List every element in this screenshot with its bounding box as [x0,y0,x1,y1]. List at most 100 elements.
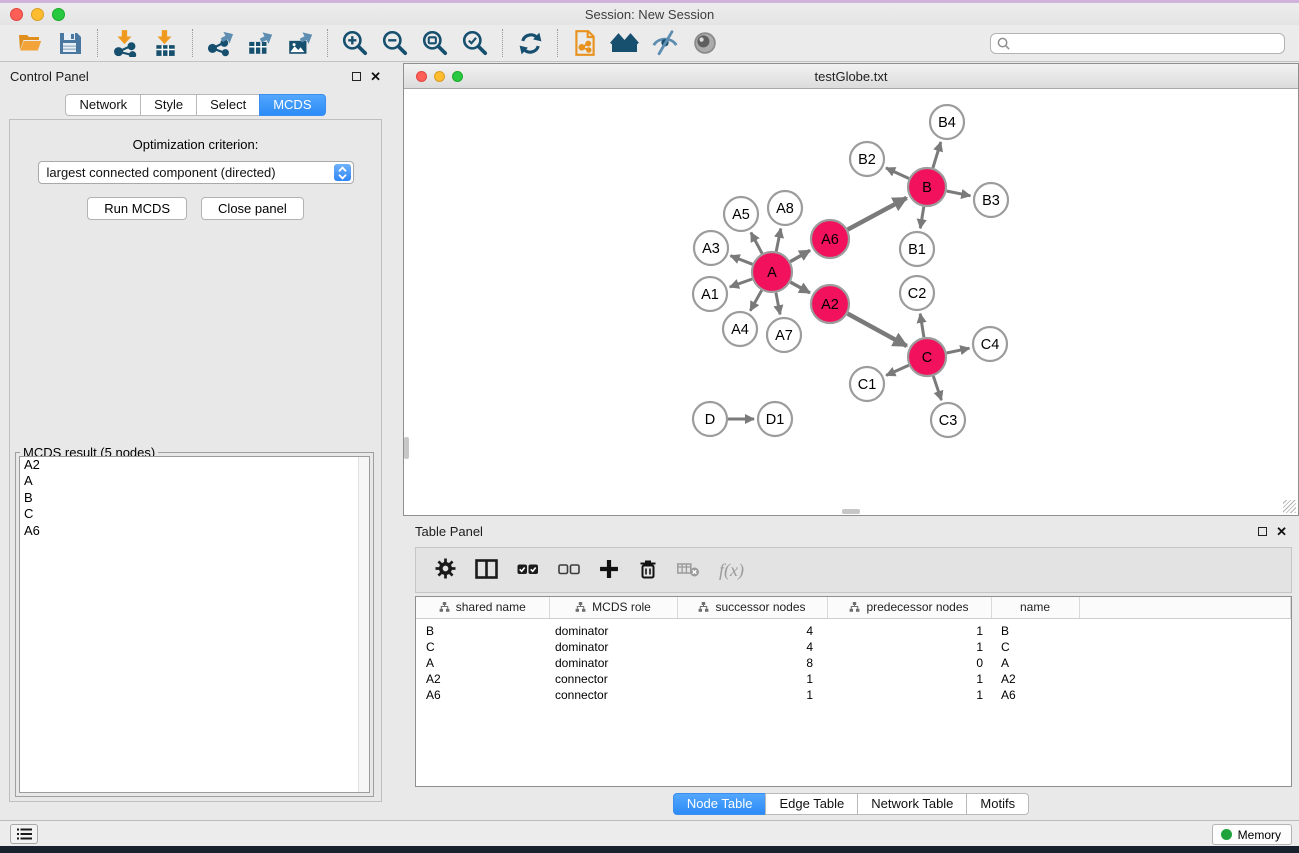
table-cell[interactable]: 8 [677,655,827,671]
search-input[interactable] [1015,36,1278,50]
table-cell[interactable] [1079,655,1291,671]
close-panel-icon[interactable]: ✕ [1276,527,1287,536]
graph-edge-C-C2[interactable] [920,314,924,338]
tab-network-table[interactable]: Network Table [857,793,967,815]
result-item[interactable]: A [20,473,369,489]
table-settings-button[interactable] [435,558,456,582]
zoom-selected-button[interactable] [455,27,495,59]
table-row[interactable]: Adominator80A [416,655,1291,671]
criterion-dropdown[interactable]: largest connected component (directed) [38,161,354,184]
graph-edge-C-C1[interactable] [886,365,909,375]
clone-network-button[interactable] [565,27,605,59]
table-cell[interactable]: connector [549,687,677,703]
show-tasks-button[interactable] [10,824,38,844]
hide-selected-button[interactable] [645,27,685,59]
export-network-button[interactable] [200,27,240,59]
graph-edge-A2-C[interactable] [848,314,907,346]
table-cell[interactable]: C [416,639,549,655]
table-row[interactable]: A2connector11A2 [416,671,1291,687]
create-column-button[interactable] [599,559,619,582]
run-mcds-button[interactable]: Run MCDS [87,197,187,220]
graph-edge-A-A4[interactable] [750,290,761,310]
table-cell[interactable]: A [416,655,549,671]
table-cell[interactable]: 1 [827,623,991,639]
table-cell[interactable] [1079,687,1291,703]
graph-edge-B-B3[interactable] [947,191,971,196]
table-cell[interactable]: B [416,623,549,639]
table-cell[interactable]: A6 [991,687,1079,703]
table-cell[interactable]: C [991,639,1079,655]
select-all-columns-button[interactable] [517,560,539,581]
delete-columns-button[interactable] [638,558,658,583]
graph-edge-A-A7[interactable] [776,293,780,315]
table-row[interactable]: A6connector11A6 [416,687,1291,703]
result-item[interactable]: C [20,506,369,522]
float-panel-icon[interactable] [352,72,361,81]
result-item[interactable]: A6 [20,523,369,539]
graph-edge-C-C4[interactable] [947,348,970,353]
table-cell[interactable]: B [991,623,1079,639]
unselect-all-columns-button[interactable] [558,560,580,581]
close-panel-button[interactable]: Close panel [201,197,304,220]
result-item[interactable]: A2 [20,457,369,473]
table-cell[interactable]: dominator [549,623,677,639]
close-panel-icon[interactable]: ✕ [370,72,381,81]
table-cell[interactable]: 1 [827,671,991,687]
column-header-shared-name[interactable]: shared name [416,597,549,618]
graph-edge-A-A8[interactable] [776,229,781,252]
graph-edge-A-A2[interactable] [790,282,810,293]
tab-select[interactable]: Select [196,94,260,116]
table-cell[interactable]: 1 [827,687,991,703]
result-item[interactable]: B [20,490,369,506]
save-session-button[interactable] [50,27,90,59]
table-cell[interactable]: 0 [827,655,991,671]
tab-edge-table[interactable]: Edge Table [765,793,858,815]
table-cell[interactable] [1079,639,1291,655]
memory-button[interactable]: Memory [1212,824,1292,845]
table-cell[interactable]: A2 [991,671,1079,687]
graph-edge-B-B1[interactable] [920,207,924,229]
scrollbar-track[interactable] [358,457,369,792]
graph-edge-B-B4[interactable] [933,142,941,168]
tab-node-table[interactable]: Node Table [673,793,767,815]
table-cell[interactable]: dominator [549,655,677,671]
column-header-name[interactable]: name [991,597,1079,618]
resize-grip[interactable] [1283,500,1296,513]
tab-mcds[interactable]: MCDS [259,94,325,116]
zoom-in-button[interactable] [335,27,375,59]
home-button[interactable] [605,27,645,59]
graph-edge-A-A5[interactable] [751,233,762,254]
tab-network[interactable]: Network [65,94,141,116]
column-header-mcds-role[interactable]: MCDS role [549,597,677,618]
table-cell[interactable]: 1 [677,687,827,703]
table-cell[interactable]: 4 [677,639,827,655]
vertical-scroll-thumb[interactable] [404,437,409,459]
table-row[interactable]: Cdominator41C [416,639,1291,655]
table-cell[interactable]: A2 [416,671,549,687]
graph-edge-A-A3[interactable] [731,256,753,265]
refresh-button[interactable] [510,27,550,59]
float-panel-icon[interactable] [1258,527,1267,536]
graph-edge-A-A6[interactable] [790,250,810,261]
table-cell[interactable] [1079,623,1291,639]
table-cell[interactable]: dominator [549,639,677,655]
import-network-button[interactable] [105,27,145,59]
open-session-button[interactable] [10,27,50,59]
column-header-successor-nodes[interactable]: successor nodes [677,597,827,618]
table-cell[interactable]: 1 [827,639,991,655]
search-field[interactable] [990,33,1285,54]
zoom-fit-button[interactable] [415,27,455,59]
column-header-predecessor-nodes[interactable]: predecessor nodes [827,597,991,618]
toggle-columns-button[interactable] [475,559,498,582]
graph-edge-A6-B[interactable] [848,198,907,230]
table-cell[interactable]: A [991,655,1079,671]
graph-edge-A-A1[interactable] [730,279,752,287]
function-builder-button[interactable]: f(x) [719,560,744,581]
table-cell[interactable]: connector [549,671,677,687]
table-cell[interactable]: 4 [677,623,827,639]
export-image-button[interactable] [280,27,320,59]
export-table-button[interactable] [240,27,280,59]
zoom-out-button[interactable] [375,27,415,59]
table-cell[interactable] [1079,671,1291,687]
tab-motifs[interactable]: Motifs [966,793,1029,815]
